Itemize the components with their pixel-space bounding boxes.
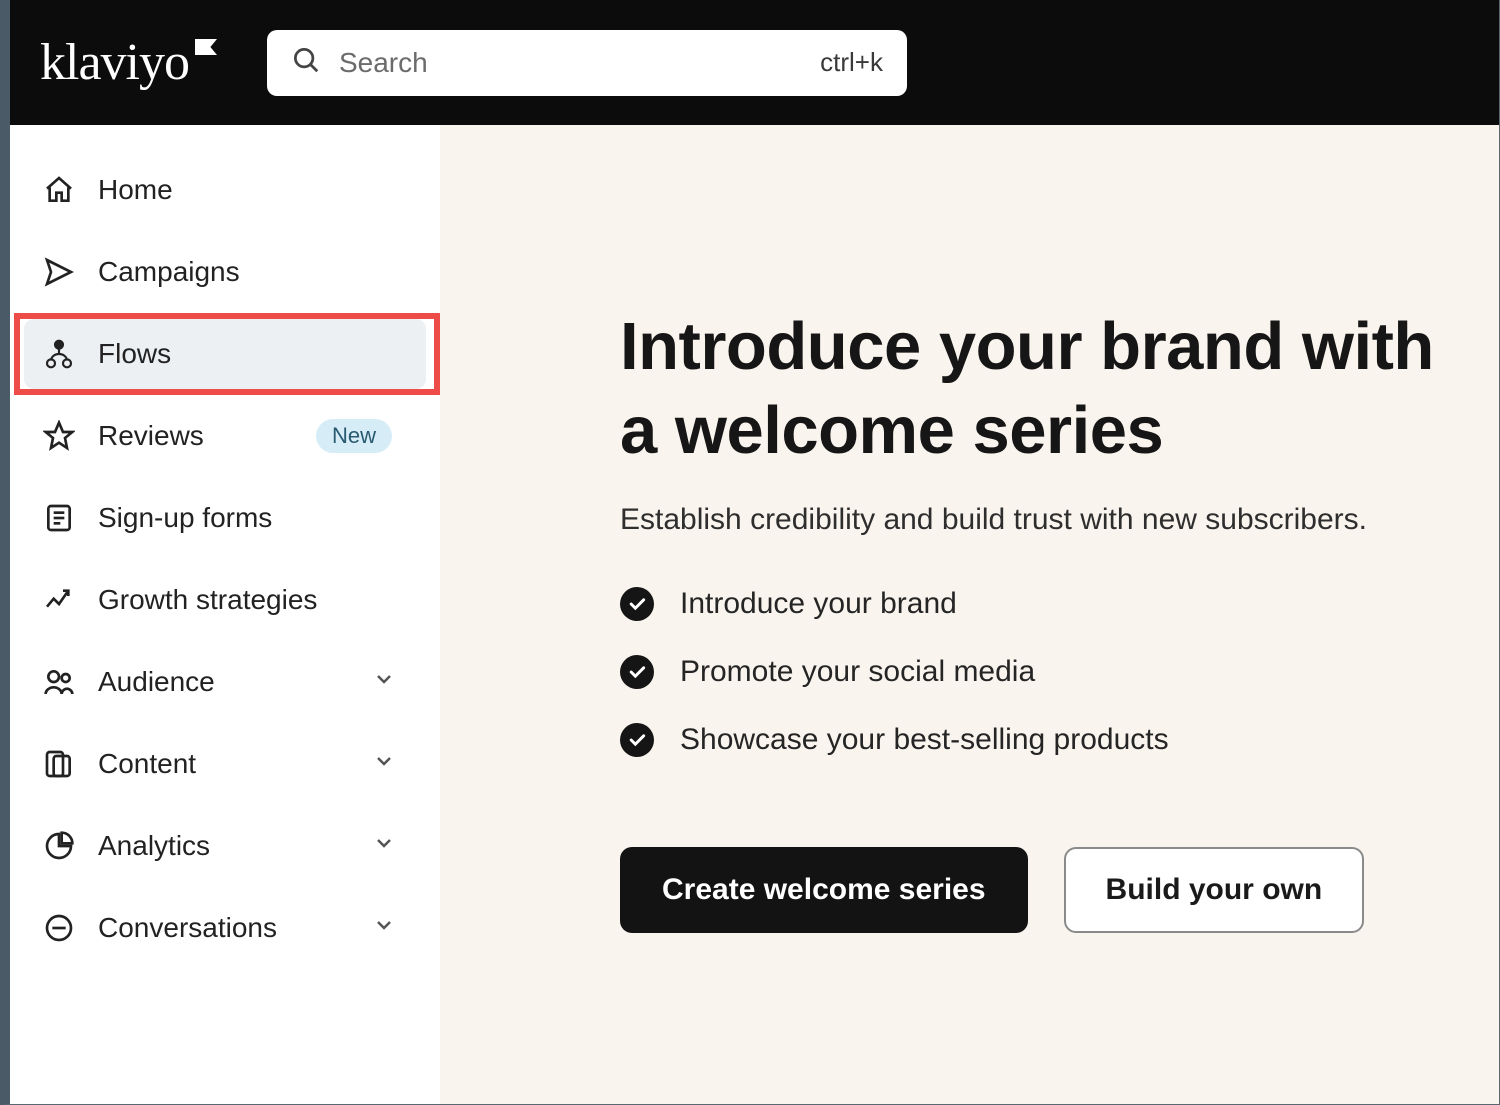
- sidebar-item-campaigns[interactable]: Campaigns: [24, 237, 426, 307]
- build-your-own-button[interactable]: Build your own: [1064, 847, 1365, 933]
- check-circle-icon: [620, 723, 654, 757]
- search-icon: [291, 45, 321, 80]
- search-input[interactable]: [339, 47, 802, 79]
- chevron-down-icon: [372, 912, 396, 944]
- page-subtitle: Establish credibility and build trust wi…: [620, 503, 1459, 537]
- check-circle-icon: [620, 587, 654, 621]
- checklist-item-text: Promote your social media: [680, 655, 1035, 689]
- sidebar-item-label: Flows: [98, 338, 171, 370]
- search-box[interactable]: ctrl+k: [267, 30, 907, 96]
- sidebar-nav: Home Campaigns: [10, 125, 440, 1104]
- sidebar-item-label: Sign-up forms: [98, 502, 272, 534]
- sidebar-item-label: Campaigns: [98, 256, 240, 288]
- flows-icon: [42, 337, 76, 371]
- sidebar-item-signup-forms[interactable]: Sign-up forms: [24, 483, 426, 553]
- sidebar-item-label: Growth strategies: [98, 584, 317, 616]
- sidebar-item-content[interactable]: Content: [24, 729, 426, 799]
- chevron-down-icon: [372, 666, 396, 698]
- trend-icon: [42, 583, 76, 617]
- checklist-item: Promote your social media: [620, 655, 1459, 689]
- sidebar-item-analytics[interactable]: Analytics: [24, 811, 426, 881]
- feature-checklist: Introduce your brand Promote your social…: [620, 587, 1459, 757]
- sidebar-item-growth-strategies[interactable]: Growth strategies: [24, 565, 426, 635]
- brand-logo[interactable]: klaviyo: [40, 33, 217, 92]
- sidebar-item-flows[interactable]: Flows: [24, 319, 426, 389]
- app-header: klaviyo ctrl+k: [10, 0, 1499, 125]
- sidebar-item-label: Home: [98, 174, 173, 206]
- people-icon: [42, 665, 76, 699]
- new-badge: New: [316, 419, 392, 453]
- main-content: Introduce your brand with a welcome seri…: [440, 125, 1499, 1104]
- star-icon: [42, 419, 76, 453]
- page-title: Introduce your brand with a welcome seri…: [620, 305, 1459, 473]
- checklist-item: Showcase your best-selling products: [620, 723, 1459, 757]
- sidebar-item-label: Content: [98, 748, 196, 780]
- sidebar-item-label: Conversations: [98, 912, 277, 944]
- check-circle-icon: [620, 655, 654, 689]
- sidebar-item-home[interactable]: Home: [24, 155, 426, 225]
- search-shortcut-hint: ctrl+k: [820, 47, 883, 78]
- sidebar-item-reviews[interactable]: Reviews New: [24, 401, 426, 471]
- home-icon: [42, 173, 76, 207]
- send-icon: [42, 255, 76, 289]
- create-welcome-series-button[interactable]: Create welcome series: [620, 847, 1028, 933]
- cta-button-row: Create welcome series Build your own: [620, 847, 1459, 933]
- sidebar-item-label: Audience: [98, 666, 215, 698]
- pie-icon: [42, 829, 76, 863]
- sidebar-item-audience[interactable]: Audience: [24, 647, 426, 717]
- checklist-item: Introduce your brand: [620, 587, 1459, 621]
- sidebar-item-label: Analytics: [98, 830, 210, 862]
- checklist-item-text: Introduce your brand: [680, 587, 957, 621]
- sidebar-highlight-flows: Flows: [24, 319, 426, 389]
- form-icon: [42, 501, 76, 535]
- chevron-down-icon: [372, 830, 396, 862]
- brand-logo-flag-icon: [195, 39, 217, 55]
- brand-logo-text: klaviyo: [40, 33, 189, 92]
- chat-icon: [42, 911, 76, 945]
- checklist-item-text: Showcase your best-selling products: [680, 723, 1169, 757]
- chevron-down-icon: [372, 748, 396, 780]
- sidebar-item-conversations[interactable]: Conversations: [24, 893, 426, 963]
- content-icon: [42, 747, 76, 781]
- sidebar-item-label: Reviews: [98, 420, 204, 452]
